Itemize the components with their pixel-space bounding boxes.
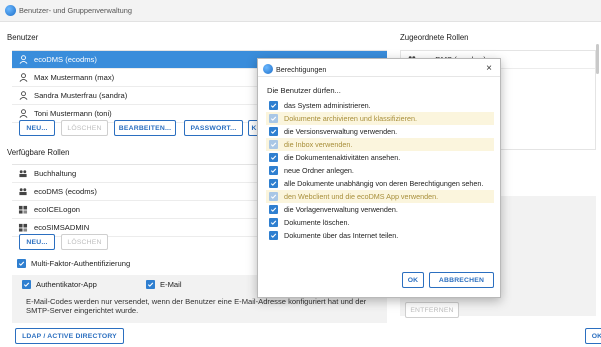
user-label: Toni Mustermann (toni) <box>34 109 112 118</box>
auth-app-checkbox[interactable]: Authentikator-App <box>22 280 97 289</box>
email-checkbox[interactable]: E-Mail <box>146 280 182 289</box>
checkbox-checked-icon <box>22 280 31 289</box>
mfa-label: Multi-Faktor-Authentifizierung <box>31 259 131 268</box>
user-label: Sandra Musterfrau (sandra) <box>34 91 128 100</box>
user-label: Max Mustermann (max) <box>34 73 115 82</box>
close-icon[interactable]: × <box>486 63 492 74</box>
checkbox-checked-icon <box>269 218 278 227</box>
permission-row[interactable]: die Inbox verwenden. <box>266 138 494 151</box>
group-icon <box>18 169 28 179</box>
checkbox-checked-icon <box>17 259 26 268</box>
role-icon <box>18 223 28 233</box>
remove-role-button[interactable]: ENTFERNEN <box>405 302 459 318</box>
permissions-dialog: Berechtigungen × Die Benutzer dürfen... … <box>257 58 501 298</box>
available-roles-heading: Verfügbare Rollen <box>7 148 70 157</box>
checkbox-checked-icon <box>269 140 278 149</box>
new-user-button[interactable]: NEU... <box>19 120 55 136</box>
checkbox-checked-icon <box>269 179 278 188</box>
permission-row[interactable]: die Versionsverwaltung verwenden. <box>266 125 494 138</box>
divider <box>258 76 500 77</box>
delete-role-button[interactable]: LÖSCHEN <box>61 234 108 250</box>
permission-label: neue Ordner anlegen. <box>284 166 354 175</box>
mfa-toggle[interactable]: Multi-Faktor-Authentifizierung <box>17 259 130 268</box>
main-ok-button[interactable]: OK <box>585 328 601 344</box>
permission-label: die Inbox verwenden. <box>284 140 353 149</box>
role-icon <box>18 205 28 215</box>
permission-row[interactable]: Dokumente archivieren und klassifizieren… <box>266 112 494 125</box>
dialog-ok-button[interactable]: OK <box>402 272 424 288</box>
password-button[interactable]: PASSWORT... <box>184 120 243 136</box>
permission-label: den Webclient und die ecoDMS App verwend… <box>284 192 439 201</box>
permission-row[interactable]: alle Dokumente unabhängig von deren Bere… <box>266 177 494 190</box>
delete-user-button[interactable]: LÖSCHEN <box>61 120 108 136</box>
dialog-title: Berechtigungen <box>276 65 327 74</box>
scrollbar[interactable] <box>596 44 599 74</box>
checkbox-checked-icon <box>269 101 278 110</box>
role-label: ecoICELogon <box>34 205 81 214</box>
role-label: Buchhaltung <box>34 169 77 178</box>
new-role-button[interactable]: NEU... <box>19 234 55 250</box>
permission-label: Dokumente archivieren und klassifizieren… <box>284 114 418 123</box>
permission-label: die Versionsverwaltung verwenden. <box>284 127 398 136</box>
email-label: E-Mail <box>160 280 182 289</box>
ecodms-logo-icon <box>263 64 273 74</box>
permission-label: die Vorlagenverwaltung verwenden. <box>284 205 398 214</box>
permission-label: das System administrieren. <box>284 101 371 110</box>
checkbox-checked-icon <box>269 114 278 123</box>
user-icon <box>18 91 28 101</box>
user-label: ecoDMS (ecodms) <box>34 55 97 64</box>
checkbox-checked-icon <box>269 205 278 214</box>
permission-row[interactable]: neue Ordner anlegen. <box>266 164 494 177</box>
group-icon <box>18 187 28 197</box>
ldap-button[interactable]: LDAP / ACTIVE DIRECTORY <box>15 328 124 344</box>
dialog-cancel-button[interactable]: ABBRECHEN <box>429 272 494 288</box>
role-label: ecoDMS (ecodms) <box>34 187 97 196</box>
auth-app-label: Authentikator-App <box>36 280 97 289</box>
users-heading: Benutzer <box>7 33 39 42</box>
checkbox-checked-icon <box>269 231 278 240</box>
mfa-note: E-Mail-Codes werden nur versendet, wenn … <box>26 297 367 315</box>
edit-user-button[interactable]: BEARBEITEN... <box>114 120 176 136</box>
permission-label: die Dokumentenaktivitäten ansehen. <box>284 153 401 162</box>
dialog-intro: Die Benutzer dürfen... <box>267 86 341 95</box>
user-icon <box>18 109 28 119</box>
user-icon <box>18 73 28 83</box>
permission-row[interactable]: Dokumente über das Internet teilen. <box>266 229 494 242</box>
window-title: Benutzer- und Gruppenverwaltung <box>19 6 132 15</box>
permission-row[interactable]: das System administrieren. <box>266 99 494 112</box>
user-icon <box>18 55 28 65</box>
checkbox-checked-icon <box>269 192 278 201</box>
permission-row[interactable]: die Dokumentenaktivitäten ansehen. <box>266 151 494 164</box>
permission-label: Dokumente über das Internet teilen. <box>284 231 399 240</box>
role-label: ecoSIMSADMIN <box>34 223 90 232</box>
permission-label: alle Dokumente unabhängig von deren Bere… <box>284 179 484 188</box>
checkbox-checked-icon <box>269 153 278 162</box>
ecodms-logo-icon <box>5 5 16 16</box>
checkbox-checked-icon <box>269 127 278 136</box>
permission-row[interactable]: den Webclient und die ecoDMS App verwend… <box>266 190 494 203</box>
permission-label: Dokumente löschen. <box>284 218 350 227</box>
permission-row[interactable]: die Vorlagenverwaltung verwenden. <box>266 203 494 216</box>
checkbox-checked-icon <box>146 280 155 289</box>
permission-row[interactable]: Dokumente löschen. <box>266 216 494 229</box>
checkbox-checked-icon <box>269 166 278 175</box>
assigned-roles-heading: Zugeordnete Rollen <box>400 33 469 42</box>
